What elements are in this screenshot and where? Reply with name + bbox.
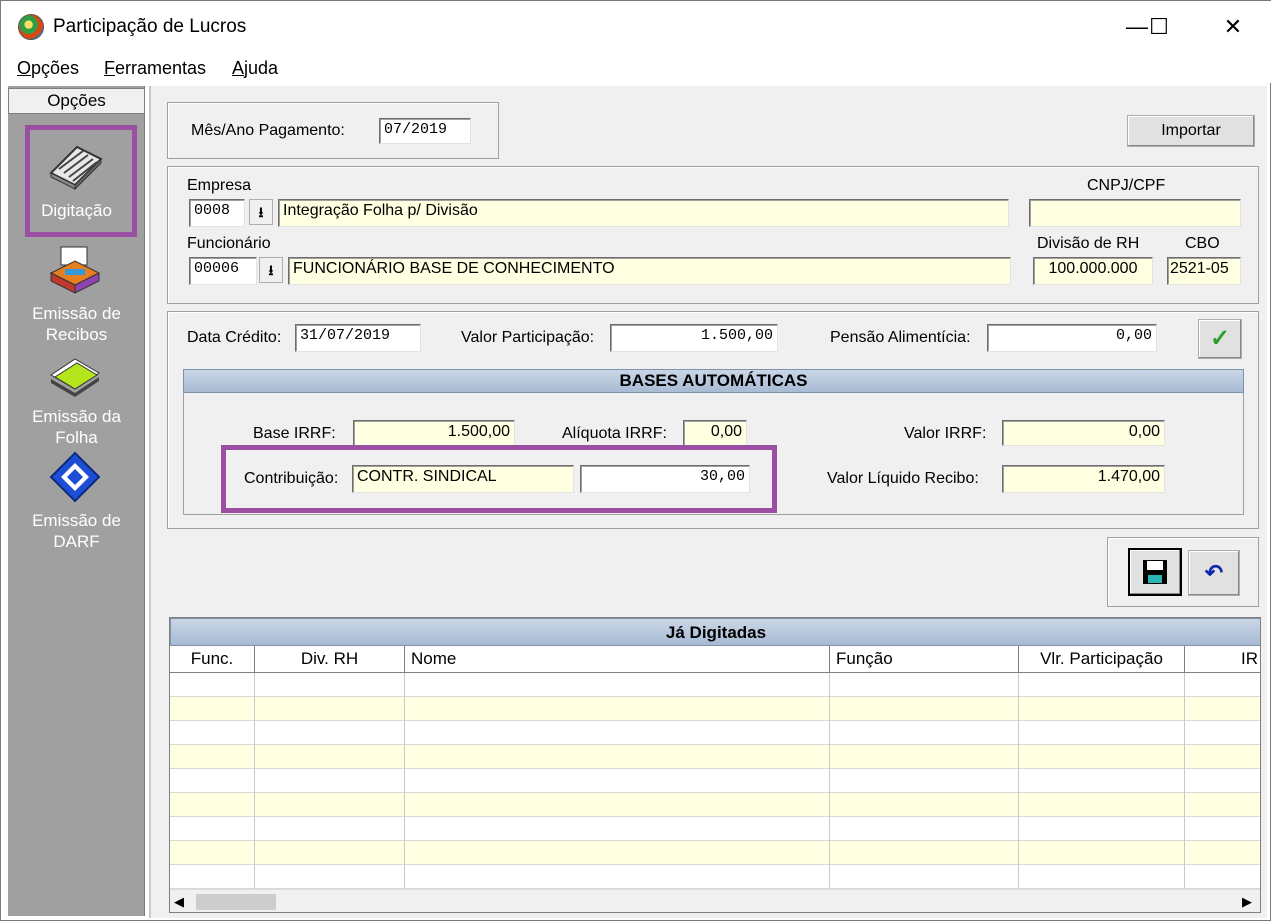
window-title: Participação de Lucros xyxy=(53,16,247,37)
sidebar-item-label: Recibos xyxy=(45,325,108,344)
table-row[interactable] xyxy=(170,745,1260,769)
divisao-label: Divisão de RH xyxy=(1037,235,1140,252)
maximize-button[interactable]: ☐ xyxy=(1137,11,1181,43)
ja-digitadas-grid: Já Digitadas Func. Div. RH Nome Função V… xyxy=(169,617,1261,913)
col-ir[interactable]: IR xyxy=(1185,646,1260,672)
cbo-field: 2521-05 xyxy=(1167,257,1241,285)
app-icon xyxy=(18,14,44,40)
grid-col-divider xyxy=(404,673,405,889)
col-funcao[interactable]: Função xyxy=(830,646,1019,672)
menu-ajuda[interactable]: Ajuda xyxy=(232,58,278,79)
pensao-label: Pensão Alimentícia: xyxy=(830,329,971,346)
printer-icon xyxy=(47,243,103,295)
scroll-thumb[interactable] xyxy=(196,894,276,910)
grid-title: Já Digitadas xyxy=(170,618,1260,646)
table-row[interactable] xyxy=(170,721,1260,745)
sidebar-header[interactable]: Opções xyxy=(8,88,145,114)
col-nome[interactable]: Nome xyxy=(405,646,830,672)
empresa-label: Empresa xyxy=(187,177,252,194)
grid-col-divider xyxy=(1184,673,1185,889)
sidebar-item-recibos[interactable]: Emissão de Recibos xyxy=(8,303,145,345)
scroll-left-icon[interactable]: ◀ xyxy=(174,894,184,910)
table-row[interactable] xyxy=(170,865,1260,889)
contribuicao-label: Contribuição: xyxy=(244,470,339,487)
papers-icon xyxy=(47,353,103,397)
sidebar-item-digitacao[interactable]: Digitação xyxy=(8,200,145,221)
contribuicao-value-input[interactable]: 30,00 xyxy=(580,465,750,493)
sidebar-item-folha[interactable]: Emissão da Folha xyxy=(8,406,145,448)
scroll-right-icon[interactable]: ▶ xyxy=(1242,894,1252,910)
table-row[interactable] xyxy=(170,841,1260,865)
horizontal-scrollbar[interactable]: ◀ ▶ xyxy=(170,889,1260,912)
keyboard-icon xyxy=(45,139,105,191)
pensao-input[interactable]: 0,00 xyxy=(987,324,1157,352)
empresa-lookup-button[interactable]: ⭳ xyxy=(249,199,273,225)
funcionario-name-field: FUNCIONÁRIO BASE DE CONHECIMENTO xyxy=(288,257,1011,285)
mes-ano-input[interactable]: 07/2019 xyxy=(379,118,471,144)
bases-header: BASES AUTOMÁTICAS xyxy=(183,369,1244,393)
col-div-rh[interactable]: Div. RH xyxy=(255,646,405,672)
grid-col-divider xyxy=(254,673,255,889)
funcionario-label: Funcionário xyxy=(187,235,271,252)
sidebar-item-label: Emissão de xyxy=(32,304,121,323)
valor-irrf-label: Valor IRRF: xyxy=(904,425,987,442)
aliquota-label: Alíquota IRRF: xyxy=(562,425,667,442)
menu-ferramentas[interactable]: Ferramentas xyxy=(104,58,206,79)
grid-header-row: Func. Div. RH Nome Função Vlr. Participa… xyxy=(170,646,1260,673)
cbo-label: CBO xyxy=(1185,235,1220,252)
mes-ano-label: Mês/Ano Pagamento: xyxy=(191,122,345,139)
grid-col-divider xyxy=(829,673,830,889)
data-credito-input[interactable]: 31/07/2019 xyxy=(295,324,421,352)
importar-button[interactable]: Importar xyxy=(1127,115,1255,147)
funcionario-lookup-button[interactable]: ⭳ xyxy=(259,257,283,283)
app-window: Participação de Lucros — ☐ ✕ Opções Ferr… xyxy=(0,0,1271,921)
save-button[interactable] xyxy=(1128,548,1182,596)
table-row[interactable] xyxy=(170,673,1260,697)
cnpj-field xyxy=(1029,199,1241,227)
valor-participacao-label: Valor Participação: xyxy=(461,329,595,346)
empresa-name-field: Integração Folha p/ Divisão xyxy=(278,199,1009,227)
close-button[interactable]: ✕ xyxy=(1211,11,1255,43)
confirm-check-button[interactable]: ✓ xyxy=(1198,319,1242,359)
sidebar-item-label: DARF xyxy=(53,532,100,551)
sidebar-item-label: Emissão da xyxy=(32,407,121,426)
cnpj-label: CNPJ/CPF xyxy=(1087,177,1166,194)
sidebar-item-label: Emissão de xyxy=(32,511,121,530)
sidebar-item-label: Folha xyxy=(55,428,98,447)
funcionario-code-input[interactable]: 00006 xyxy=(189,257,257,285)
floppy-icon xyxy=(1143,560,1167,584)
table-row[interactable] xyxy=(170,817,1260,841)
table-row[interactable] xyxy=(170,769,1260,793)
col-func[interactable]: Func. xyxy=(170,646,255,672)
menu-bar: Opções Ferramentas Ajuda xyxy=(1,53,1271,83)
valor-irrf-field: 0,00 xyxy=(1002,420,1165,446)
liquido-label: Valor Líquido Recibo: xyxy=(827,470,979,487)
undo-button[interactable]: ↶ xyxy=(1188,550,1240,596)
empresa-code-input[interactable]: 0008 xyxy=(189,199,245,227)
grid-col-divider xyxy=(1018,673,1019,889)
sidebar-item-darf[interactable]: Emissão de DARF xyxy=(8,510,145,552)
data-credito-label: Data Crédito: xyxy=(187,329,282,346)
base-irrf-field: 1.500,00 xyxy=(353,420,515,446)
valor-participacao-input[interactable]: 1.500,00 xyxy=(610,324,778,352)
table-row[interactable] xyxy=(170,793,1260,817)
title-bar: Participação de Lucros — ☐ ✕ xyxy=(1,1,1271,53)
base-irrf-label: Base IRRF: xyxy=(253,425,336,442)
col-vlr-participacao[interactable]: Vlr. Participação xyxy=(1019,646,1185,672)
grid-body xyxy=(170,673,1260,889)
contribuicao-name-field: CONTR. SINDICAL xyxy=(352,465,574,493)
menu-opcoes[interactable]: Opções xyxy=(17,58,79,79)
aliquota-field: 0,00 xyxy=(683,420,747,446)
table-row[interactable] xyxy=(170,697,1260,721)
liquido-field: 1.470,00 xyxy=(1002,465,1165,493)
darf-icon xyxy=(49,451,101,503)
divisao-field: 100.000.000 xyxy=(1033,257,1153,285)
